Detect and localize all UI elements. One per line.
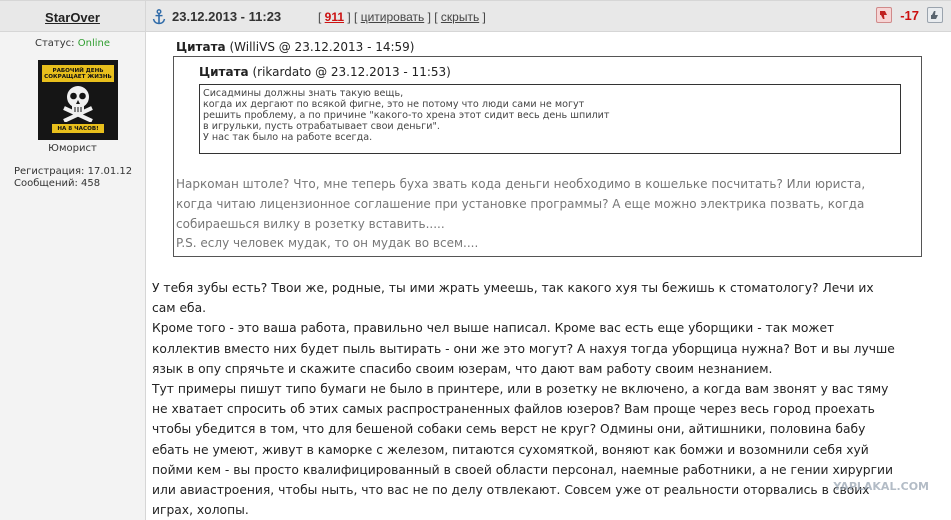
author-cell: StarOver	[0, 1, 145, 33]
thumb-down-icon	[880, 11, 888, 19]
post-actions: [ 911 ] [ цитировать ] [ скрыть ]	[318, 10, 486, 24]
user-info-panel: Статус: Online РАБОЧИЙ ДЕНЬ СОКРАЩАЕТ ЖИ…	[0, 32, 145, 520]
quote-outer-line: собираешься вилку в розетку вставить....…	[176, 216, 445, 231]
forum-post: StarOver 23.12.2013 - 11:23 [ 911 ] [ ци…	[0, 0, 951, 520]
quote-inner-line: Сисадмины должны знать такую вещь,	[203, 88, 404, 99]
quote-inner-title: Цитата (rikardato @ 23.12.2013 - 11:53)	[199, 65, 451, 79]
quote-outer-line: Наркоман штоле? Что, мне теперь буха зва…	[176, 177, 866, 191]
quote-outer-box: Цитата (rikardato @ 23.12.2013 - 11:53) …	[173, 56, 922, 257]
status-label: Статус:	[35, 38, 75, 49]
user-status: Статус: Online	[0, 38, 145, 49]
quote-outer-line: P.S. еслу человек мудак, то он мудак во …	[176, 236, 479, 251]
post-body-line: ебать не умеют, живут в каморке с железо…	[152, 442, 869, 457]
post-date: 23.12.2013 - 11:23	[172, 9, 282, 24]
thumb-up-button[interactable]	[927, 7, 943, 23]
avatar-bottom-text: НА 8 ЧАСОВ!	[52, 124, 104, 133]
post-body-line: не хватает спросить об этих самых распро…	[152, 402, 875, 417]
quote-outer-line: когда читаю лицензионное соглашение при …	[176, 196, 865, 211]
thumb-down-button[interactable]	[876, 7, 893, 23]
reply-count-link[interactable]: 911	[325, 10, 344, 24]
quote-inner-line: когда их дергают по всякой фигне, это не…	[203, 99, 585, 110]
quote-outer: Цитата (WilliVS @ 23.12.2013 - 14:59) Ци…	[146, 32, 951, 257]
quote-inner-box: Сисадмины должны знать такую вещь, когда…	[199, 84, 901, 154]
user-stats: Регистрация: 17.01.12 Сообщений: 458	[14, 166, 132, 190]
post-body-line: У тебя зубы есть? Твои же, родные, ты им…	[152, 281, 874, 295]
quote-inner-line: решить проблему, а по причине "какого-то…	[203, 110, 610, 121]
avatar[interactable]: РАБОЧИЙ ДЕНЬ СОКРАЩАЕТ ЖИЗНЬ НА 8 ЧАСОВ!	[38, 60, 118, 140]
post-body: У тебя зубы есть? Твои же, родные, ты им…	[152, 278, 942, 520]
post-body-line: Кроме того - это ваша работа, правильно …	[152, 321, 835, 336]
post-rating: -17	[876, 7, 943, 23]
quote-outer-title: Цитата (WilliVS @ 23.12.2013 - 14:59)	[176, 40, 415, 54]
message-count: Сообщений: 458	[14, 178, 101, 189]
post-body-line: коллектив вместо них будет пыль вытирать…	[152, 341, 895, 356]
anchor-icon[interactable]	[152, 9, 166, 25]
registration-date: Регистрация: 17.01.12	[14, 166, 133, 177]
post-body-line: сам еба.	[152, 301, 207, 316]
author-name-link[interactable]: StarOver	[45, 10, 100, 25]
thumb-up-icon	[931, 11, 938, 19]
avatar-top-text: РАБОЧИЙ ДЕНЬ СОКРАЩАЕТ ЖИЗНЬ	[42, 65, 114, 82]
quote-inner-line: в игрульки, пусть отрабатывает свои день…	[203, 121, 440, 132]
quote-outer-text: Наркоман штоле? Что, мне теперь буха зва…	[176, 175, 920, 254]
post-score: -17	[900, 7, 919, 23]
quote-outer-label: Цитата	[176, 40, 226, 54]
post-body-line: чтобы убедится в том, что для бешеной со…	[152, 422, 866, 437]
post-body-line: язык в опу спрячьте и скажите спасибо св…	[152, 361, 773, 376]
post-body-line: играх, холопы.	[152, 503, 249, 518]
post-body-line: или авиастроения, чтобы ныть, что вас не…	[152, 483, 870, 498]
quote-link[interactable]: цитировать	[361, 10, 425, 24]
quote-inner-line: У нас так было на работе всегда.	[203, 132, 373, 143]
quote-inner-label: Цитата	[199, 65, 249, 79]
quote-outer-attribution: (WilliVS @ 23.12.2013 - 14:59)	[229, 40, 415, 54]
quote-inner-attribution: (rikardato @ 23.12.2013 - 11:53)	[252, 65, 451, 79]
hide-link[interactable]: скрыть	[441, 10, 479, 24]
post-content: Цитата (WilliVS @ 23.12.2013 - 14:59) Ци…	[146, 32, 951, 520]
post-header: StarOver 23.12.2013 - 11:23 [ 911 ] [ ци…	[0, 0, 951, 32]
site-watermark: YAPLAKAL.COM	[833, 480, 929, 493]
user-rank: Юморист	[48, 143, 97, 154]
status-online: Online	[77, 38, 110, 49]
post-body-line: Тут примеры пишут типо бумаги не было в …	[152, 382, 889, 397]
skull-crossbones-icon	[63, 86, 93, 122]
post-body-line: пойми кем - вы просто квалифицированный …	[152, 462, 894, 477]
